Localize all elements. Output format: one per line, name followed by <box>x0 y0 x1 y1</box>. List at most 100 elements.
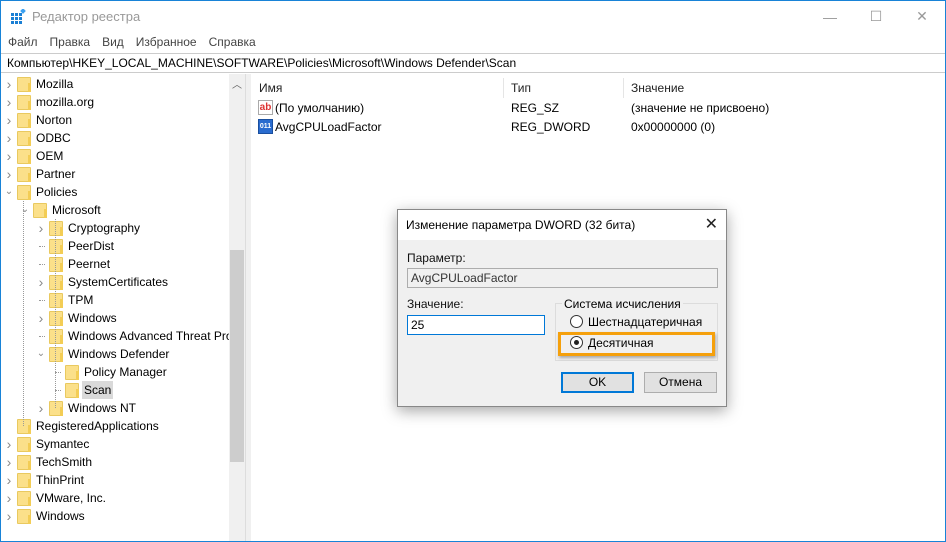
list-row[interactable]: ab (По умолчанию) REG_SZ (значение не пр… <box>251 98 945 118</box>
chevron-right-icon[interactable]: › <box>36 219 46 237</box>
folder-icon <box>65 365 79 380</box>
column-type[interactable]: Тип <box>511 78 531 98</box>
tree-item[interactable]: ⌄ Windows Defender <box>1 345 229 363</box>
tree-scrollbar[interactable]: ︿ <box>229 74 245 541</box>
scroll-thumb[interactable] <box>230 250 244 462</box>
tree-item-label: SystemCertificates <box>68 275 169 289</box>
tree-connector <box>55 363 56 390</box>
ok-button[interactable]: OK <box>561 372 634 393</box>
tree-item[interactable]: TPM <box>1 291 229 309</box>
folder-icon <box>17 473 31 488</box>
folder-icon <box>49 239 63 254</box>
maximize-button[interactable]: ☐ <box>853 1 899 32</box>
tree-item[interactable]: › Norton <box>1 111 229 129</box>
address-bar[interactable]: Компьютер\HKEY_LOCAL_MACHINE\SOFTWARE\Po… <box>1 53 945 73</box>
tree-item[interactable]: › Cryptography <box>1 219 229 237</box>
chevron-down-icon[interactable]: ⌄ <box>4 183 14 201</box>
chevron-right-icon[interactable]: › <box>36 309 46 327</box>
tree-item[interactable]: ⌄ Policies <box>1 183 229 201</box>
value-name: AvgCPULoadFactor <box>275 120 382 134</box>
value-input[interactable]: 25 <box>407 315 545 335</box>
value-type: REG_DWORD <box>511 120 591 134</box>
column-value[interactable]: Значение <box>631 78 684 98</box>
tree-item-label: Mozilla <box>36 77 74 91</box>
menu-file[interactable]: Файл <box>1 33 44 53</box>
folder-icon <box>49 311 63 326</box>
tree-item-label: Peernet <box>68 257 111 271</box>
column-divider[interactable] <box>503 78 504 98</box>
tree-item[interactable]: Policy Manager <box>1 363 229 381</box>
chevron-down-icon[interactable]: ⌄ <box>36 345 46 363</box>
tree-item-label: Cryptography <box>68 221 141 235</box>
chevron-right-icon[interactable]: › <box>4 129 14 147</box>
tree-connector <box>39 300 45 301</box>
chevron-right-icon[interactable]: › <box>4 507 14 525</box>
window-title: Редактор реестра <box>32 9 141 24</box>
menu-view[interactable]: Вид <box>96 33 130 53</box>
chevron-right-icon[interactable]: › <box>4 147 14 165</box>
tree-item[interactable]: › Mozilla <box>1 75 229 93</box>
tree-item[interactable]: › SystemCertificates <box>1 273 229 291</box>
folder-icon <box>17 509 31 524</box>
folder-icon <box>17 167 31 182</box>
chevron-right-icon[interactable]: › <box>36 399 46 417</box>
tree-item[interactable]: Windows Advanced Threat Protection <box>1 327 245 345</box>
folder-icon <box>17 419 31 434</box>
tree-item[interactable]: › OEM <box>1 147 229 165</box>
scroll-up-icon[interactable]: ︿ <box>229 76 245 91</box>
key-tree: › Mozilla › mozilla.org › Norton › ODBC › OEM › Par… <box>1 74 246 541</box>
cancel-button[interactable]: Отмена <box>644 372 717 393</box>
tree-item[interactable]: › ODBC <box>1 129 229 147</box>
chevron-right-icon[interactable]: › <box>4 453 14 471</box>
chevron-right-icon[interactable]: › <box>4 75 14 93</box>
folder-icon <box>17 149 31 164</box>
folder-icon <box>49 257 63 272</box>
tree-item-label: Windows Defender <box>68 347 170 361</box>
menu-edit[interactable]: Правка <box>44 33 97 53</box>
column-divider[interactable] <box>623 78 624 98</box>
column-name[interactable]: Имя <box>259 78 282 98</box>
tree-item-label: Policy Manager <box>84 365 167 379</box>
folder-icon <box>49 347 63 362</box>
chevron-down-icon[interactable]: ⌄ <box>20 201 30 219</box>
folder-icon <box>17 185 31 200</box>
value-data: (значение не присвоено) <box>631 101 770 115</box>
tree-item-label: TechSmith <box>36 455 93 469</box>
close-button[interactable]: ✕ <box>899 1 945 32</box>
edit-dword-dialog: Изменение параметра DWORD (32 бита) ✕ Па… <box>397 209 727 407</box>
tree-item[interactable]: ⌄ Microsoft <box>1 201 229 219</box>
chevron-right-icon[interactable]: › <box>4 165 14 183</box>
list-row[interactable]: 011 AvgCPULoadFactor REG_DWORD 0x0000000… <box>251 117 945 137</box>
menu-help[interactable]: Справка <box>203 33 262 53</box>
tree-connector <box>39 246 45 247</box>
tree-item[interactable]: › TechSmith <box>1 453 229 471</box>
tree-item[interactable]: › mozilla.org <box>1 93 229 111</box>
tree-item[interactable]: › Windows <box>1 309 229 327</box>
param-label: Параметр: <box>407 251 466 265</box>
tree-item[interactable]: PeerDist <box>1 237 229 255</box>
menu-favorites[interactable]: Избранное <box>130 33 203 53</box>
chevron-right-icon[interactable]: › <box>4 93 14 111</box>
chevron-right-icon[interactable]: › <box>4 111 14 129</box>
tree-item-label: mozilla.org <box>36 95 95 109</box>
tree-item[interactable]: › VMware, Inc. <box>1 489 229 507</box>
minimize-button[interactable]: — <box>807 1 853 32</box>
chevron-right-icon[interactable]: › <box>4 489 14 507</box>
tree-item[interactable]: RegisteredApplications <box>1 417 229 435</box>
tree-item[interactable]: › Symantec <box>1 435 229 453</box>
chevron-right-icon[interactable]: › <box>36 273 46 291</box>
dialog-close-icon[interactable]: ✕ <box>705 210 718 240</box>
tree-item[interactable]: › Windows <box>1 507 229 525</box>
tree-item[interactable]: › Partner <box>1 165 229 183</box>
tree-item-label: Symantec <box>36 437 90 451</box>
tree-item[interactable]: Peernet <box>1 255 229 273</box>
tree-item[interactable]: › Windows NT <box>1 399 229 417</box>
tree-item-label: OEM <box>36 149 64 163</box>
chevron-right-icon[interactable]: › <box>4 435 14 453</box>
folder-icon <box>17 131 31 146</box>
value-data: 0x00000000 (0) <box>631 120 716 134</box>
chevron-right-icon[interactable]: › <box>4 471 14 489</box>
hex-radio[interactable]: Шестнадцатеричная <box>570 313 702 331</box>
tree-item[interactable]: Scan <box>1 381 229 399</box>
tree-item[interactable]: › ThinPrint <box>1 471 229 489</box>
